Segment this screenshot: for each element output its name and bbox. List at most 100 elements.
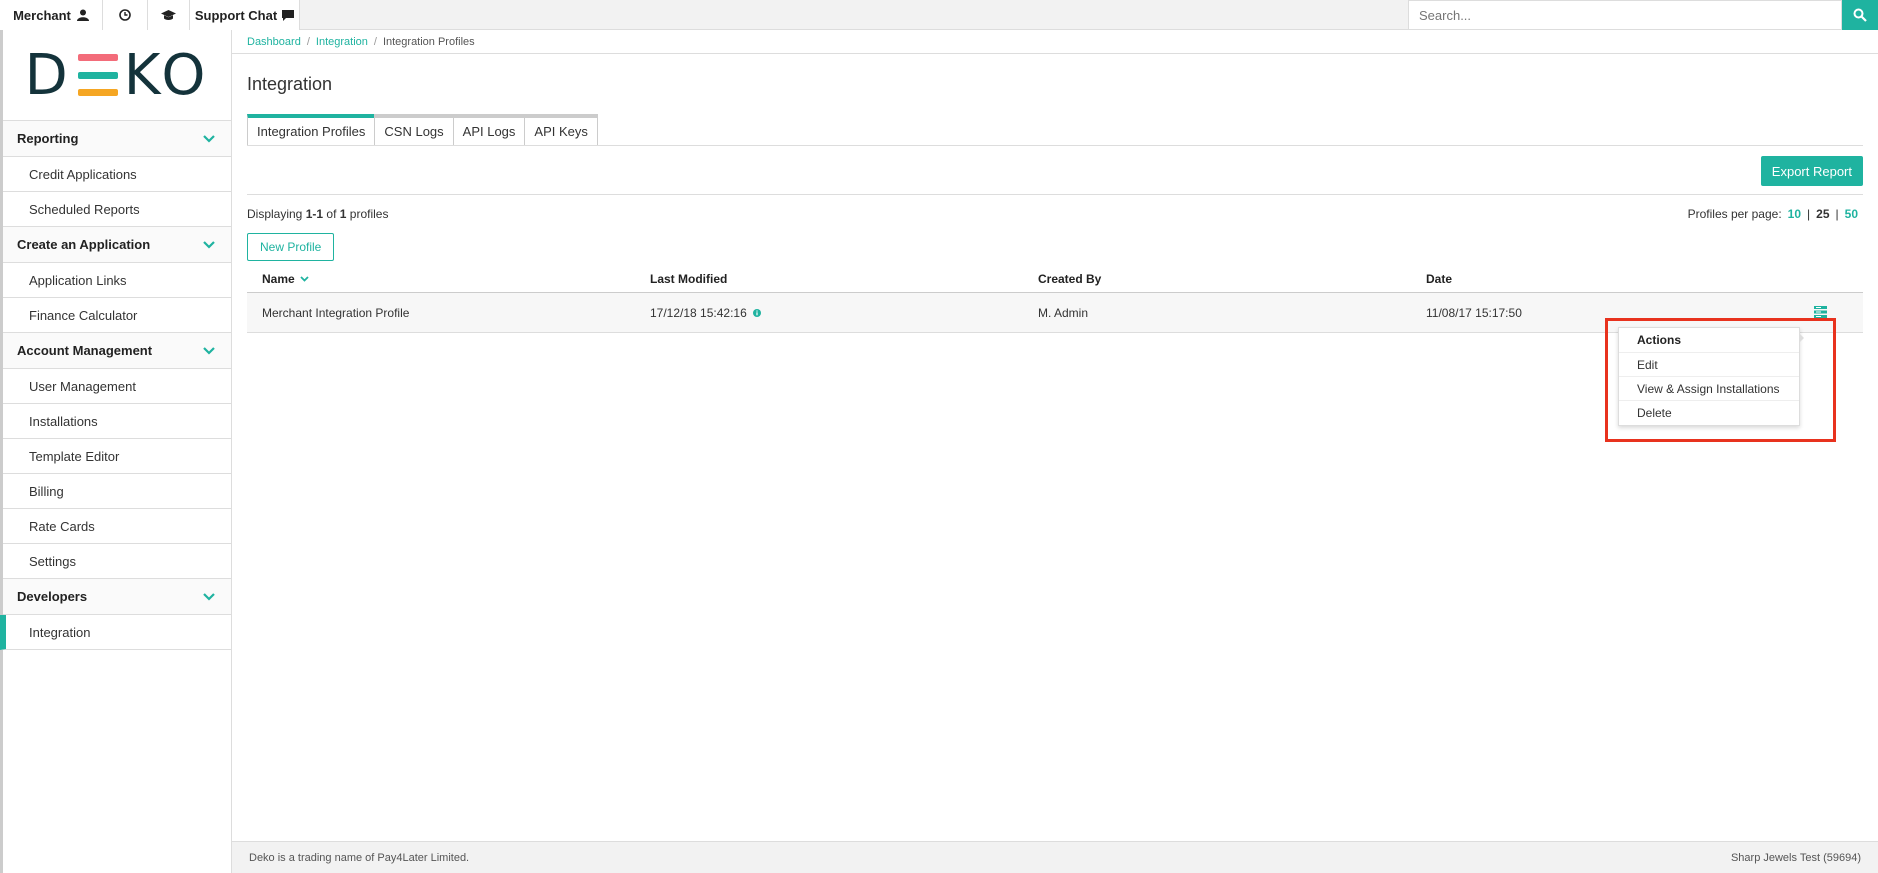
tab-bar: Integration Profiles CSN Logs API Logs A… [247, 114, 598, 146]
sidebar-item-label: Integration [29, 624, 91, 640]
sidebar-item-template-editor[interactable]: Template Editor [3, 439, 231, 474]
sidebar-item-credit-applications[interactable]: Credit Applications [3, 157, 231, 192]
sidebar-item-user-management[interactable]: User Management [3, 369, 231, 404]
per-page-10[interactable]: 10 [1788, 207, 1801, 221]
search-input[interactable] [1409, 1, 1841, 29]
tab-api-logs[interactable]: API Logs [452, 114, 525, 146]
sidebar-item-integration[interactable]: Integration [0, 615, 231, 650]
per-page-selector: Profiles per page: 10 | 25 | 50 [1688, 207, 1858, 221]
section-account-management[interactable]: Account Management [3, 333, 231, 369]
sort-chevron-down-icon [300, 276, 309, 282]
support-chat-label: Support Chat [194, 7, 278, 23]
tab-api-keys[interactable]: API Keys [524, 114, 598, 146]
merchant-menu[interactable]: Merchant [0, 0, 103, 30]
sidebar: D KO Reporting Credit Applications Sched… [0, 30, 232, 873]
sidebar-item-label: Billing [29, 483, 64, 499]
chat-icon [282, 9, 295, 21]
sidebar-item-label: Template Editor [29, 448, 120, 464]
section-create-application[interactable]: Create an Application [3, 227, 231, 263]
logo-e-mark [77, 54, 118, 96]
column-header-date: Date [1426, 272, 1453, 286]
divider [247, 194, 1863, 195]
breadcrumb: Dashboard / Integration / Integration Pr… [232, 30, 1878, 54]
page-title: Integration [247, 74, 333, 94]
search-button[interactable] [1842, 0, 1878, 30]
search-icon [1853, 8, 1867, 22]
displaying-prefix: Displaying [247, 207, 303, 221]
divider [247, 145, 1863, 146]
top-bar: Merchant Support Chat [0, 0, 1878, 30]
sidebar-item-rate-cards[interactable]: Rate Cards [3, 509, 231, 544]
section-title: Developers [17, 589, 88, 604]
info-icon[interactable] [752, 308, 761, 317]
sidebar-item-label: Rate Cards [29, 518, 95, 534]
sidebar-item-label: Installations [29, 413, 98, 429]
tab-integration-profiles[interactable]: Integration Profiles [247, 114, 375, 146]
section-developers[interactable]: Developers [3, 579, 231, 615]
sidebar-item-label: Scheduled Reports [29, 201, 140, 217]
column-header-last-modified: Last Modified [650, 272, 728, 286]
footer-trading-name: Deko is a trading name of Pay4Later Limi… [249, 851, 470, 864]
sidebar-item-application-links[interactable]: Application Links [3, 263, 231, 298]
cell-created-by: M. Admin [1038, 305, 1089, 320]
breadcrumb-separator: / [306, 35, 310, 48]
per-page-25[interactable]: 25 [1816, 207, 1829, 221]
section-reporting[interactable]: Reporting [3, 121, 231, 157]
deko-logo: D KO [24, 42, 210, 108]
breadcrumb-integration[interactable]: Integration [316, 36, 368, 48]
search-box [1408, 0, 1842, 30]
chevron-down-icon [203, 592, 215, 601]
chevron-down-icon [203, 134, 215, 143]
history-button[interactable] [103, 0, 148, 30]
user-icon [76, 9, 89, 21]
sidebar-item-settings[interactable]: Settings [3, 544, 231, 579]
sidebar-item-label: Finance Calculator [29, 307, 138, 323]
sidebar-item-label: Credit Applications [29, 166, 137, 182]
displaying-range: 1-1 [305, 207, 324, 221]
displaying-of: of [326, 207, 337, 221]
section-title: Reporting [17, 131, 79, 146]
chevron-down-icon [203, 240, 215, 249]
sidebar-item-label: Settings [29, 553, 76, 569]
sidebar-item-label: Application Links [29, 272, 127, 288]
separator: | [1807, 207, 1811, 221]
cell-name: Merchant Integration Profile [262, 305, 410, 320]
sidebar-item-finance-calculator[interactable]: Finance Calculator [3, 298, 231, 333]
separator: | [1835, 207, 1839, 221]
support-chat-button[interactable]: Support Chat [190, 0, 300, 30]
displaying-count: Displaying 1-1 of 1 profiles [247, 207, 388, 221]
graduation-cap-icon [161, 9, 176, 20]
breadcrumb-dashboard[interactable]: Dashboard [247, 36, 301, 48]
cell-last-modified: 17/12/18 15:42:16 [635, 306, 1023, 320]
last-modified-value: 17/12/18 15:42:16 [650, 305, 747, 320]
sidebar-item-billing[interactable]: Billing [3, 474, 231, 509]
breadcrumb-separator: / [373, 35, 377, 48]
table-header: Name Last Modified Created By Date [247, 266, 1863, 293]
export-report-button[interactable]: Export Report [1760, 156, 1863, 186]
chevron-down-icon [203, 346, 215, 355]
displaying-total: 1 [339, 207, 347, 221]
learning-button[interactable] [148, 0, 190, 30]
breadcrumb-current: Integration Profiles [382, 35, 475, 48]
highlight-box [1605, 318, 1836, 442]
sidebar-item-scheduled-reports[interactable]: Scheduled Reports [3, 192, 231, 227]
new-profile-button[interactable]: New Profile [247, 233, 335, 261]
tab-csn-logs[interactable]: CSN Logs [374, 114, 453, 146]
section-title: Create an Application [17, 237, 151, 252]
sidebar-item-installations[interactable]: Installations [3, 404, 231, 439]
per-page-50[interactable]: 50 [1845, 207, 1858, 221]
section-title: Account Management [17, 343, 153, 358]
column-header-label: Name [262, 272, 295, 286]
merchant-label: Merchant [13, 7, 71, 23]
footer: Deko is a trading name of Pay4Later Limi… [232, 841, 1878, 873]
per-page-label: Profiles per page: [1687, 207, 1782, 221]
logo[interactable]: D KO [3, 30, 231, 121]
sidebar-item-label: User Management [29, 378, 136, 394]
main-content: Dashboard / Integration / Integration Pr… [232, 30, 1878, 873]
footer-account: Sharp Jewels Test (59694) [1730, 851, 1861, 864]
clock-icon [119, 9, 131, 21]
actions-menu-icon[interactable] [1814, 306, 1827, 318]
column-header-created-by: Created By [1038, 272, 1102, 286]
displaying-suffix: profiles [349, 207, 389, 221]
column-header-name[interactable]: Name [247, 272, 635, 286]
